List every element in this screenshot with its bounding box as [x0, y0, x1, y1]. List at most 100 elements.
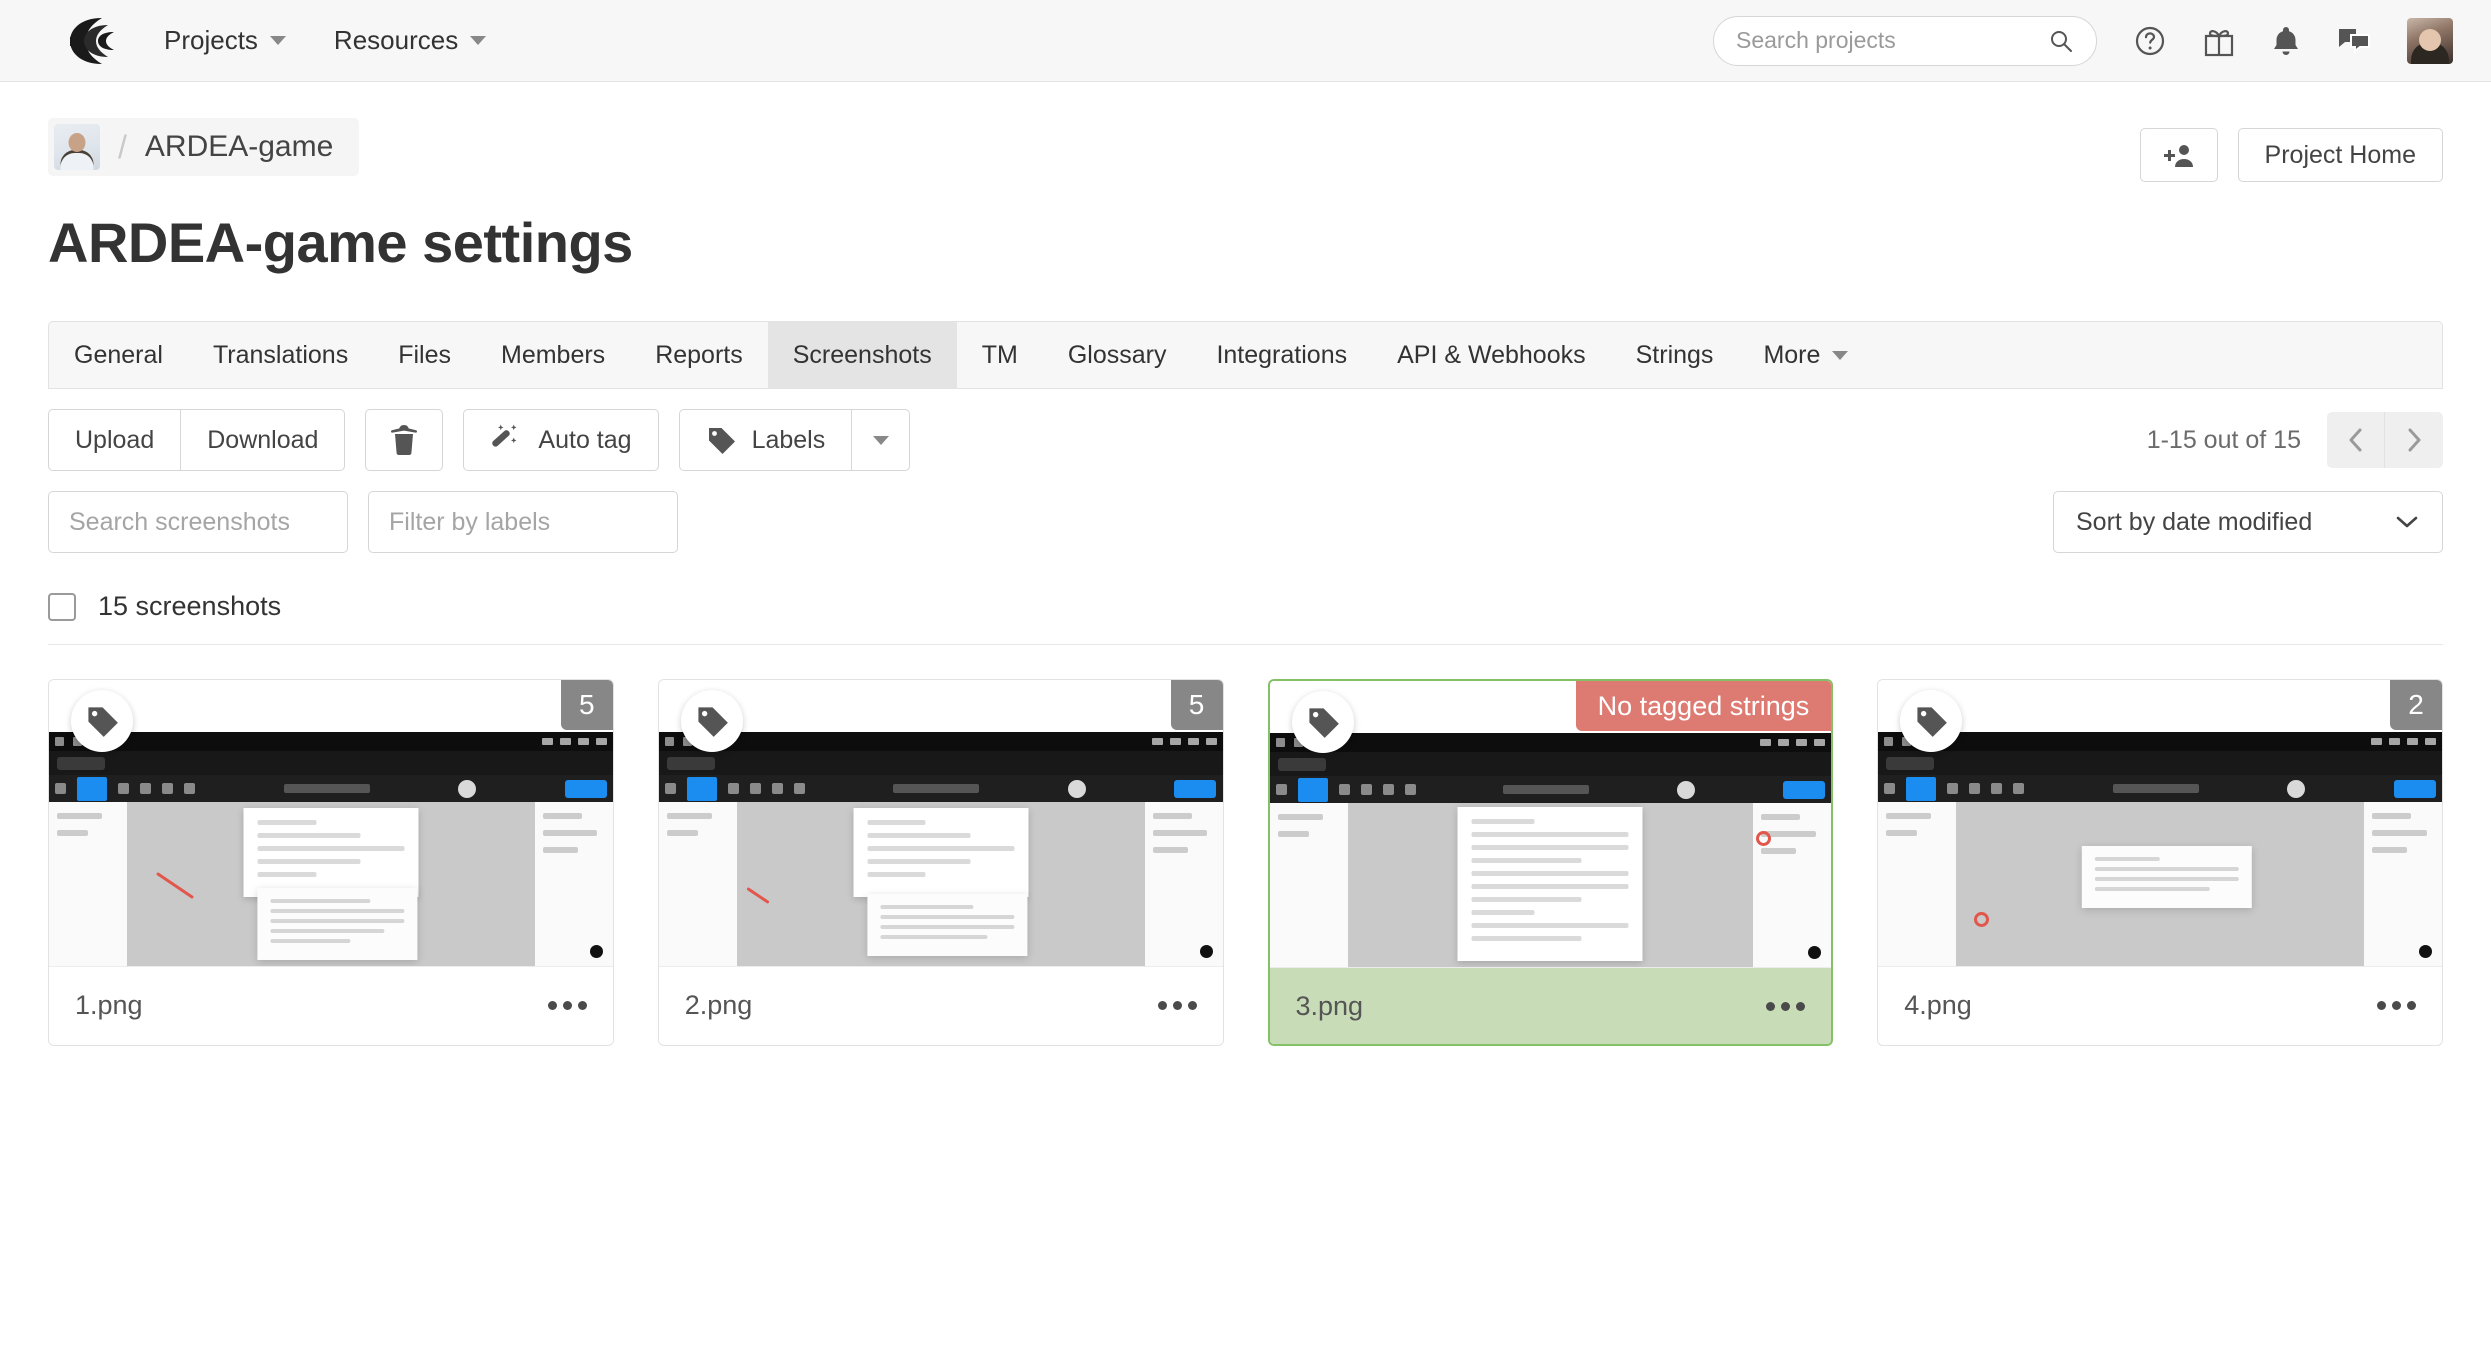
delete-button[interactable] — [365, 409, 444, 471]
thumbnail-image — [1878, 732, 2442, 966]
tag-icon[interactable] — [71, 690, 133, 752]
filter-by-labels-field[interactable] — [368, 491, 711, 553]
tab-strings[interactable]: Strings — [1611, 322, 1739, 388]
sort-select[interactable]: Sort by date modified — [2053, 491, 2443, 553]
thumbnail-image — [1269, 733, 1832, 967]
tab-integrations[interactable]: Integrations — [1191, 322, 1372, 388]
breadcrumb-project-link[interactable]: ARDEA-game — [145, 130, 333, 164]
tab-more[interactable]: More — [1738, 322, 1873, 388]
page-title-row: ARDEA-game settings — [48, 176, 2443, 275]
global-search[interactable] — [1713, 15, 2097, 66]
tab-api-webhooks-label: API & Webhooks — [1397, 340, 1586, 369]
no-tagged-strings-badge: No tagged strings — [1575, 681, 1832, 731]
screenshot-card[interactable]: 5 2.png — [657, 679, 1224, 1046]
screenshot-card-footer: 2.png — [658, 967, 1223, 1043]
avatar[interactable] — [2407, 17, 2453, 64]
screenshots-toolbar: Upload Download Auto tag Labels 1-15 out… — [48, 409, 2443, 471]
screenshot-filename: 1.png — [75, 989, 143, 1020]
select-all-checkbox[interactable] — [48, 592, 76, 621]
breadcrumb-separator: / — [118, 128, 127, 165]
screenshot-thumbnail[interactable]: No tagged strings — [1269, 681, 1832, 968]
tab-translations[interactable]: Translations — [188, 322, 373, 388]
help-icon[interactable] — [2133, 24, 2167, 58]
crowdin-logo-icon[interactable] — [62, 14, 124, 68]
settings-tab-bar: General Translations Files Members Repor… — [48, 321, 2443, 389]
next-page-button[interactable] — [2385, 412, 2443, 468]
screenshot-card[interactable]: 5 1.png — [48, 679, 614, 1046]
auto-tag-button[interactable]: Auto tag — [463, 409, 659, 471]
screenshot-thumbnail[interactable]: 5 — [49, 680, 613, 967]
more-options-icon[interactable] — [1157, 1000, 1197, 1010]
breadcrumb: / ARDEA-game — [48, 118, 360, 176]
download-button[interactable]: Download — [181, 409, 346, 471]
more-options-icon[interactable] — [2377, 1000, 2416, 1010]
tagged-strings-count-badge: 5 — [560, 680, 613, 730]
tab-members-label: Members — [501, 340, 606, 369]
more-options-icon[interactable] — [1766, 1001, 1806, 1011]
chevron-down-icon — [1832, 350, 1849, 360]
bell-icon[interactable] — [2271, 24, 2301, 58]
more-options-icon[interactable] — [547, 1000, 587, 1010]
thumbnail-image — [658, 732, 1223, 966]
labels-button[interactable]: Labels — [678, 409, 853, 471]
chevron-down-icon — [269, 36, 286, 45]
nav-right-cluster — [1713, 15, 2453, 66]
top-navigation-bar: Projects Resources — [0, 0, 2491, 82]
chevron-down-icon — [470, 36, 487, 45]
pagination-buttons — [2327, 412, 2443, 468]
screenshot-card-footer: 1.png — [49, 967, 613, 1043]
search-icon[interactable] — [2048, 28, 2074, 54]
search-screenshots-field[interactable]: ? — [48, 491, 423, 553]
search-input[interactable] — [1736, 27, 2048, 54]
tab-integrations-label: Integrations — [1216, 340, 1348, 369]
screenshot-thumbnail[interactable]: 5 — [658, 680, 1223, 967]
project-home-button[interactable]: Project Home — [2237, 128, 2443, 182]
screenshots-filter-row: ? Sort by date modified — [48, 491, 2443, 553]
tab-glossary-label: Glossary — [1067, 340, 1167, 369]
tagged-strings-count-badge: 2 — [2390, 680, 2442, 730]
prev-page-button[interactable] — [2327, 412, 2385, 468]
search-screenshots-input[interactable] — [69, 507, 391, 537]
tag-icon[interactable] — [680, 690, 743, 752]
filter-labels-input[interactable] — [389, 507, 711, 537]
screenshot-card[interactable]: No tagged strings 3.png — [1267, 679, 1834, 1046]
tab-general-label: General — [74, 340, 163, 369]
tab-reports[interactable]: Reports — [630, 322, 768, 388]
add-member-button[interactable] — [2139, 128, 2218, 182]
screenshot-card-footer: 3.png — [1269, 968, 1832, 1044]
chat-icon[interactable] — [2337, 25, 2371, 57]
sort-select-value: Sort by date modified — [2076, 507, 2313, 536]
screenshot-filename: 2.png — [684, 989, 753, 1020]
tab-general[interactable]: General — [49, 322, 188, 388]
tab-api-webhooks[interactable]: API & Webhooks — [1372, 322, 1611, 388]
labels-dropdown-button[interactable] — [852, 409, 911, 471]
tab-members[interactable]: Members — [476, 322, 630, 388]
tab-files-label: Files — [398, 340, 451, 369]
tab-more-label: More — [1763, 340, 1821, 369]
pagination-count: 1-15 out of 15 — [2146, 425, 2301, 454]
tab-screenshots-label: Screenshots — [792, 340, 932, 369]
tab-glossary[interactable]: Glossary — [1043, 322, 1192, 388]
screenshots-grid: 5 1.png 5 2.png No tagged strings 3.png … — [48, 679, 2443, 1046]
nav-item-resources-label: Resources — [333, 25, 459, 55]
page-top-actions: Project Home — [2139, 128, 2443, 182]
tab-files[interactable]: Files — [373, 322, 476, 388]
gift-icon[interactable] — [2203, 24, 2235, 58]
nav-item-projects[interactable]: Projects — [164, 25, 286, 56]
magic-wand-icon — [490, 424, 522, 456]
tab-strings-label: Strings — [1635, 340, 1714, 369]
page-title: ARDEA-game settings — [48, 211, 633, 274]
upload-button[interactable]: Upload — [48, 409, 182, 471]
screenshot-card[interactable]: 2 4.png — [1877, 679, 2443, 1046]
tab-tm[interactable]: TM — [957, 322, 1043, 388]
tab-reports-label: Reports — [655, 340, 743, 369]
tag-icon[interactable] — [1291, 691, 1354, 753]
nav-item-resources[interactable]: Resources — [333, 25, 487, 56]
primary-nav-links: Projects Resources — [164, 25, 487, 56]
tab-translations-label: Translations — [212, 340, 349, 369]
screenshot-filename: 4.png — [1904, 989, 1972, 1020]
screenshot-thumbnail[interactable]: 2 — [1878, 680, 2442, 967]
tag-icon[interactable] — [1900, 690, 1963, 752]
tab-screenshots[interactable]: Screenshots — [767, 322, 957, 388]
thumbnail-image — [49, 732, 613, 966]
